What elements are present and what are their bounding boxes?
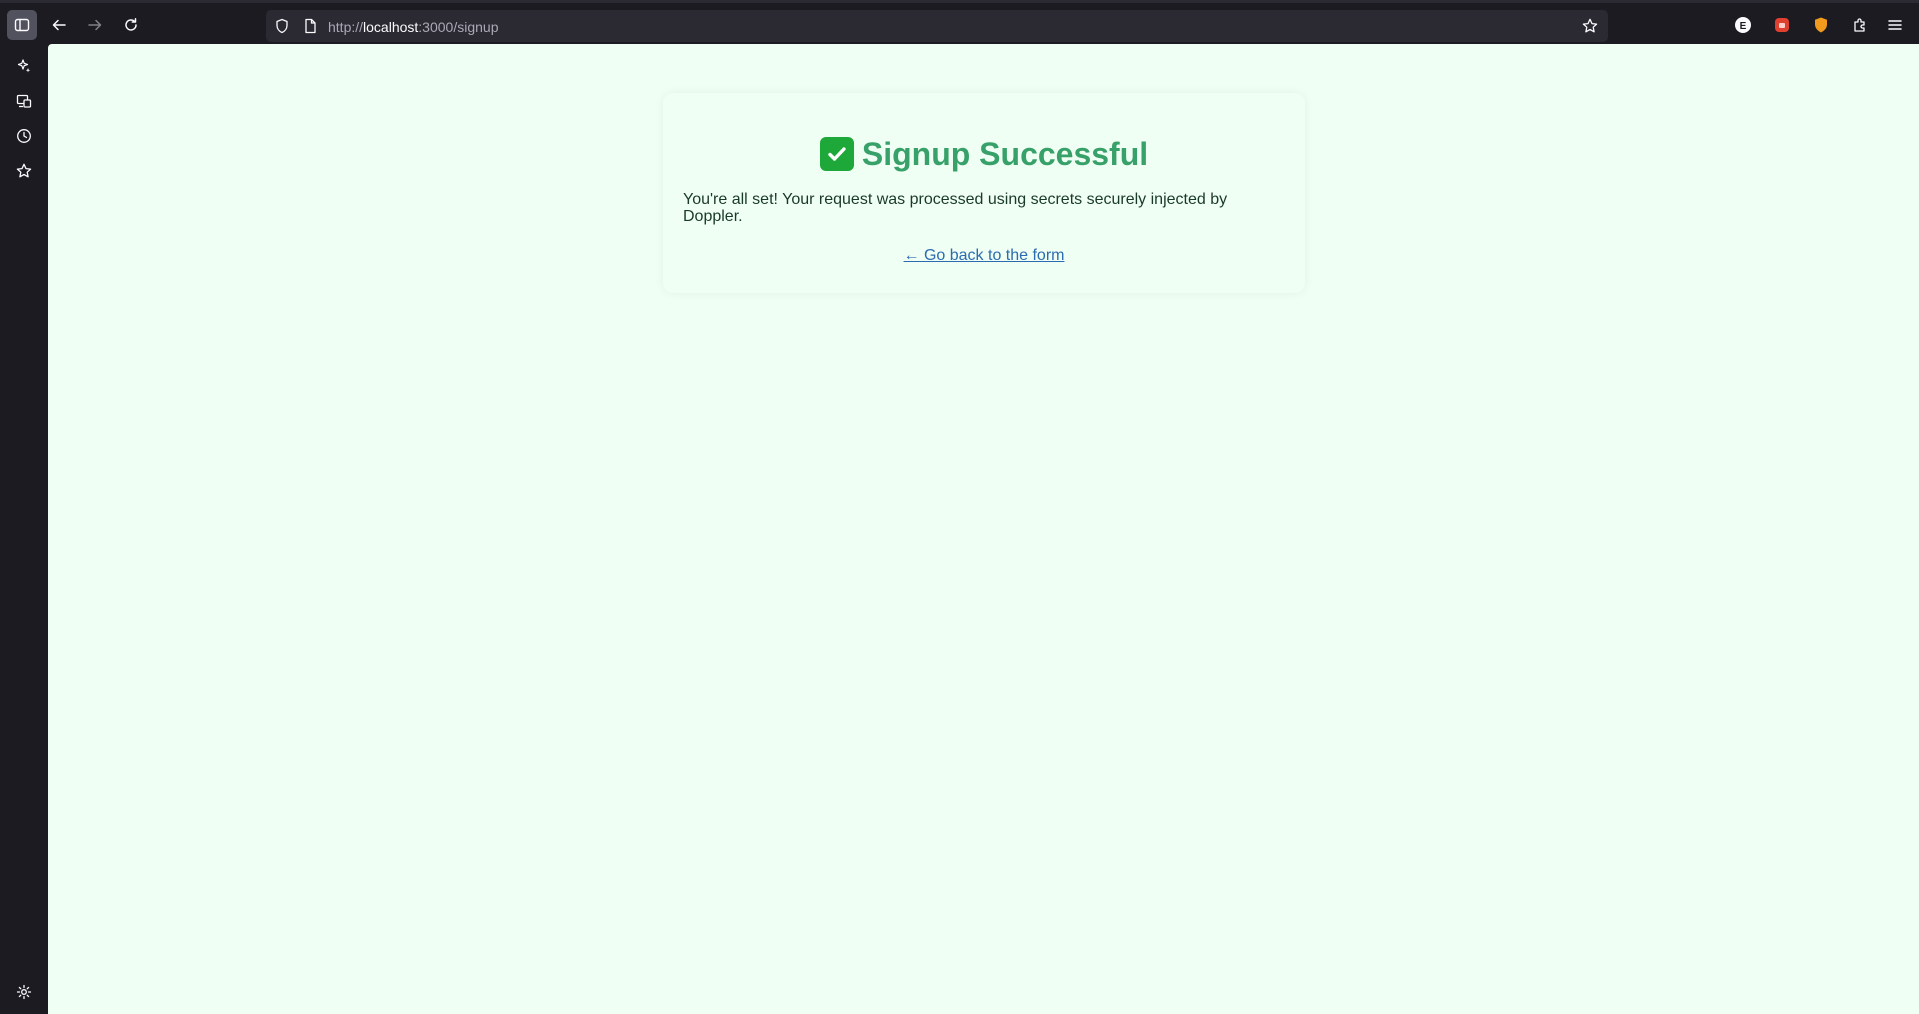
browser-sidebar <box>0 44 48 1014</box>
menu-button[interactable] <box>1884 14 1906 36</box>
address-bar[interactable]: http://localhost:3000/signup <box>266 10 1608 42</box>
extension-shield-button[interactable] <box>1810 14 1832 36</box>
check-mark-icon <box>819 137 854 171</box>
reload-icon <box>125 18 137 31</box>
shield-icon[interactable] <box>274 18 290 34</box>
orange-shield-icon <box>1815 17 1827 33</box>
page-title-text: Signup Successful <box>861 136 1149 172</box>
url-text[interactable]: http://localhost:3000/signup <box>328 19 498 35</box>
synced-tabs-icon <box>16 94 32 108</box>
page-title: Signup Successful <box>683 135 1285 173</box>
gear-icon <box>16 984 32 1000</box>
forward-button[interactable] <box>80 10 110 40</box>
sidebar-settings-button[interactable] <box>11 979 37 1005</box>
star-icon <box>16 163 32 178</box>
sidebar-bookmarks-button[interactable] <box>11 158 37 184</box>
hamburger-menu-icon <box>1888 20 1902 30</box>
extensions-button[interactable] <box>1849 14 1871 36</box>
sidebar-toggle-button[interactable] <box>7 10 37 40</box>
bookmark-button[interactable] <box>1580 16 1600 36</box>
reload-button[interactable] <box>116 10 146 40</box>
sidebar-history-button[interactable] <box>11 123 37 149</box>
back-to-form-link[interactable]: ← Go back to the form <box>683 247 1285 265</box>
url-scheme: http:// <box>328 19 364 35</box>
star-icon <box>1582 18 1598 33</box>
browser-toolbar: http://localhost:3000/signup E <box>0 0 1919 44</box>
page-icon[interactable] <box>302 18 318 34</box>
extension-e-button[interactable]: E <box>1732 14 1754 36</box>
arrow-right-icon <box>88 19 102 31</box>
success-card: Signup Successful You're all set! Your r… <box>663 93 1305 293</box>
svg-text:E: E <box>1740 21 1747 32</box>
url-path: :3000/signup <box>418 19 499 35</box>
sidebar-ai-chat-button[interactable] <box>11 53 37 79</box>
sparkle-icon <box>17 59 31 73</box>
extension-red-button[interactable] <box>1771 14 1793 36</box>
url-host: localhost <box>363 19 419 35</box>
puzzle-icon <box>1854 18 1865 32</box>
success-message: You're all set! Your request was process… <box>683 191 1228 225</box>
sidebar-toggle-icon <box>14 18 30 32</box>
extension-red-icon <box>1775 18 1789 32</box>
sidebar-synced-tabs-button[interactable] <box>11 88 37 114</box>
clock-icon <box>17 129 31 143</box>
arrow-left-icon <box>52 19 66 31</box>
page-viewport: Signup Successful You're all set! Your r… <box>48 44 1919 1014</box>
extension-e-icon: E <box>1735 17 1751 33</box>
back-button[interactable] <box>44 10 74 40</box>
